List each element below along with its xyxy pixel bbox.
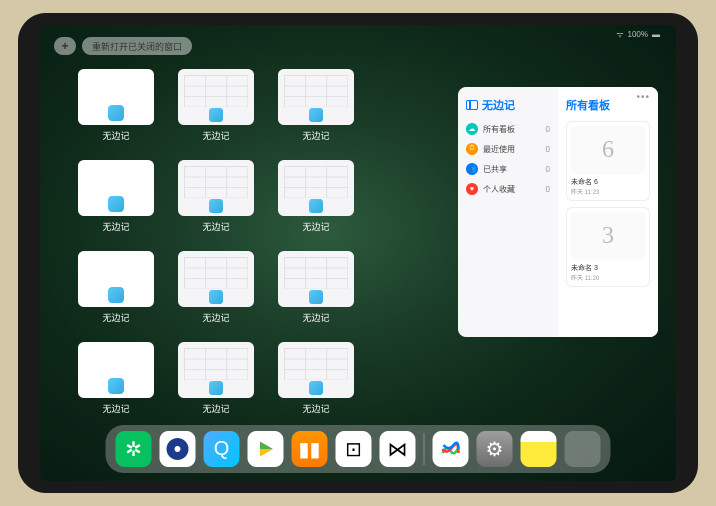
battery-icon: ▬: [652, 30, 660, 39]
window-thumbnail[interactable]: 无边记: [278, 69, 354, 142]
board-preview: 6: [571, 126, 645, 174]
window-preview[interactable]: [178, 342, 254, 398]
window-label: 无边记: [302, 311, 329, 324]
window-preview[interactable]: [78, 69, 154, 125]
board-date: 昨天 11:20: [571, 273, 645, 282]
window-preview[interactable]: [178, 160, 254, 216]
dock-separator: [424, 433, 425, 465]
window-preview[interactable]: [78, 251, 154, 307]
dock-app-browser1[interactable]: [160, 431, 196, 467]
battery-label: 100%: [628, 30, 648, 39]
freeform-side-panel: ••• 无边记 ☁ 所有看板 0 ⏱ 最近使用 0 👥 已共享 0 ♥ 个人收藏 0 所有看板 6 未命…: [458, 87, 658, 337]
window-label: 无边记: [302, 129, 329, 142]
menu-item-label: 已共享: [483, 164, 507, 175]
menu-item-icon: ♥: [466, 183, 478, 195]
window-label: 无边记: [302, 402, 329, 415]
window-thumbnail[interactable]: 无边记: [78, 342, 154, 415]
menu-item[interactable]: ♥ 个人收藏 0: [466, 183, 550, 195]
more-icon[interactable]: •••: [636, 92, 650, 103]
panel-sidebar: 无边记 ☁ 所有看板 0 ⏱ 最近使用 0 👥 已共享 0 ♥ 个人收藏 0: [458, 87, 558, 337]
board-date: 昨天 11:23: [571, 187, 645, 196]
reopen-closed-window-button[interactable]: 重新打开已关闭的窗口: [82, 37, 192, 55]
menu-item-label: 最近使用: [483, 144, 515, 155]
window-thumbnail[interactable]: 无边记: [278, 251, 354, 324]
wifi-icon: ᯤ: [616, 29, 623, 40]
dock-app-notes[interactable]: [521, 431, 557, 467]
window-preview[interactable]: [178, 69, 254, 125]
window-preview[interactable]: [178, 251, 254, 307]
window-label: 无边记: [202, 129, 229, 142]
window-thumbnail[interactable]: 无边记: [78, 160, 154, 233]
board-card[interactable]: 6 未命名 6昨天 11:23: [566, 121, 650, 201]
menu-item[interactable]: ☁ 所有看板 0: [466, 123, 550, 135]
window-preview[interactable]: [278, 342, 354, 398]
board-name: 未命名 3: [571, 263, 645, 273]
window-thumbnail[interactable]: 无边记: [78, 251, 154, 324]
menu-item-count: 0: [546, 165, 550, 174]
window-label: 无边记: [202, 311, 229, 324]
window-label: 无边记: [102, 129, 129, 142]
menu-item-icon: ⏱: [466, 143, 478, 155]
dock-app-settings[interactable]: ⚙: [477, 431, 513, 467]
menu-item-icon: ☁: [466, 123, 478, 135]
panel-menu-list: ☁ 所有看板 0 ⏱ 最近使用 0 👥 已共享 0 ♥ 个人收藏 0: [466, 123, 550, 195]
dock-app-connect[interactable]: ⋈: [380, 431, 416, 467]
menu-item-label: 个人收藏: [483, 184, 515, 195]
board-card[interactable]: 3 未命名 3昨天 11:20: [566, 207, 650, 287]
board-preview: 3: [571, 212, 645, 260]
panel-content: 所有看板 6未命名 6昨天 11:233未命名 3昨天 11:20: [558, 87, 658, 337]
top-button-row: + 重新打开已关闭的窗口: [54, 37, 192, 55]
window-preview[interactable]: [78, 342, 154, 398]
dock-app-wechat[interactable]: ✲: [116, 431, 152, 467]
app-switcher-grid: 无边记无边记无边记无边记无边记无边记无边记无边记无边记无边记无边记无边记: [78, 69, 454, 415]
dock: ✲ Q ▮▮⊡⋈ ⚙: [106, 425, 611, 473]
status-bar: ᯤ 100% ▬: [616, 29, 660, 40]
ipad-device-frame: ᯤ 100% ▬ + 重新打开已关闭的窗口 无边记无边记无边记无边记无边记无边记…: [18, 13, 698, 493]
dock-app-dice[interactable]: ⊡: [336, 431, 372, 467]
window-thumbnail[interactable]: 无边记: [178, 69, 254, 142]
menu-item[interactable]: ⏱ 最近使用 0: [466, 143, 550, 155]
menu-item-count: 0: [546, 145, 550, 154]
menu-item-count: 0: [546, 125, 550, 134]
menu-item[interactable]: 👥 已共享 0: [466, 163, 550, 175]
window-preview[interactable]: [278, 160, 354, 216]
window-label: 无边记: [202, 220, 229, 233]
panel-left-title: 无边记: [466, 97, 550, 113]
ipad-screen: ᯤ 100% ▬ + 重新打开已关闭的窗口 无边记无边记无边记无边记无边记无边记…: [40, 25, 676, 481]
panel-left-title-text: 无边记: [482, 97, 515, 113]
dock-app-play[interactable]: [248, 431, 284, 467]
window-thumbnail[interactable]: 无边记: [178, 342, 254, 415]
menu-item-count: 0: [546, 185, 550, 194]
dock-app-freeform[interactable]: [433, 431, 469, 467]
window-preview[interactable]: [278, 251, 354, 307]
window-thumbnail[interactable]: 无边记: [278, 160, 354, 233]
window-label: 无边记: [102, 311, 129, 324]
dock-app-books[interactable]: ▮▮: [292, 431, 328, 467]
window-thumbnail[interactable]: 无边记: [178, 160, 254, 233]
menu-item-icon: 👥: [466, 163, 478, 175]
sidebar-icon: [466, 100, 478, 110]
window-preview[interactable]: [78, 160, 154, 216]
menu-item-label: 所有看板: [483, 124, 515, 135]
window-thumbnail[interactable]: 无边记: [78, 69, 154, 142]
window-label: 无边记: [202, 402, 229, 415]
window-preview[interactable]: [278, 69, 354, 125]
window-label: 无边记: [102, 220, 129, 233]
window-label: 无边记: [302, 220, 329, 233]
board-name: 未命名 6: [571, 177, 645, 187]
dock-app-app-library[interactable]: [565, 431, 601, 467]
add-button[interactable]: +: [54, 37, 76, 55]
board-list: 6 未命名 6昨天 11:23 3 未命名 3昨天 11:20: [566, 121, 650, 287]
window-thumbnail[interactable]: 无边记: [178, 251, 254, 324]
dock-app-browser2[interactable]: Q: [204, 431, 240, 467]
window-label: 无边记: [102, 402, 129, 415]
window-thumbnail[interactable]: 无边记: [278, 342, 354, 415]
